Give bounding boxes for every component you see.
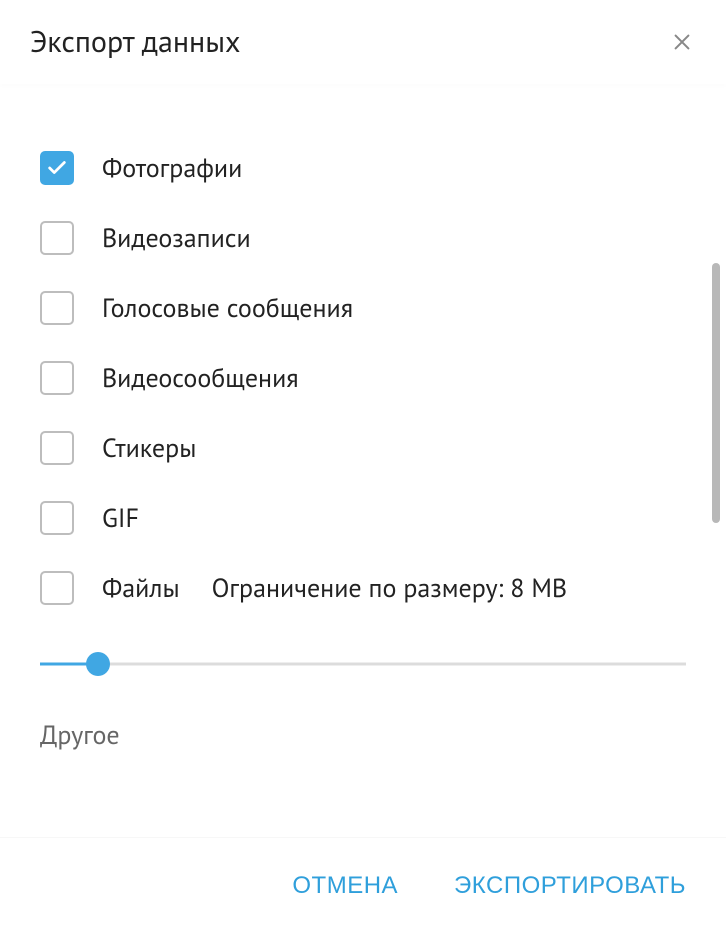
option-videos[interactable]: Видеозаписи [40, 203, 686, 273]
other-section-label: Другое [40, 719, 686, 752]
checkbox-video-messages[interactable] [40, 361, 74, 395]
dialog-header: Экспорт данных [0, 0, 726, 83]
close-icon [671, 31, 693, 53]
checkbox-voice[interactable] [40, 291, 74, 325]
dialog-footer: ОТМЕНА ЭКСПОРТИРОВАТЬ [0, 837, 726, 934]
scrollbar[interactable] [712, 263, 720, 523]
option-photos-label: Фотографии [102, 152, 242, 185]
size-limit-text: Ограничение по размеру: 8 MB [212, 572, 567, 605]
option-stickers[interactable]: Стикеры [40, 413, 686, 483]
option-stickers-label: Стикеры [102, 432, 196, 465]
checkbox-stickers[interactable] [40, 431, 74, 465]
checkbox-videos[interactable] [40, 221, 74, 255]
option-gif-label: GIF [102, 502, 139, 535]
option-voice-label: Голосовые сообщения [102, 292, 353, 325]
checkbox-list: Фотографии Видеозаписи [40, 133, 686, 623]
option-photos[interactable]: Фотографии [40, 133, 686, 203]
option-video-messages[interactable]: Видеосообщения [40, 343, 686, 413]
export-dialog: Экспорт данных Фотографии [0, 0, 726, 934]
checkbox-photos[interactable] [40, 151, 74, 185]
dialog-title: Экспорт данных [30, 22, 241, 61]
content-wrapper: Фотографии Видеозаписи [0, 83, 726, 837]
export-button[interactable]: ЭКСПОРТИРОВАТЬ [450, 864, 690, 908]
dialog-content: Фотографии Видеозаписи [0, 83, 726, 837]
slider-thumb[interactable] [86, 652, 110, 676]
option-videos-label: Видеозаписи [102, 222, 251, 255]
option-video-messages-label: Видеосообщения [102, 362, 299, 395]
checkbox-files[interactable] [40, 571, 74, 605]
option-voice[interactable]: Голосовые сообщения [40, 273, 686, 343]
cancel-button[interactable]: ОТМЕНА [288, 864, 402, 908]
slider-track [40, 663, 686, 666]
option-files-label: Файлы [102, 572, 180, 605]
option-gif[interactable]: GIF [40, 483, 686, 553]
checkbox-gif[interactable] [40, 501, 74, 535]
check-icon [46, 157, 68, 179]
size-limit-slider[interactable] [40, 649, 686, 679]
close-button[interactable] [668, 28, 696, 56]
option-files[interactable]: Файлы Ограничение по размеру: 8 MB [40, 553, 686, 623]
